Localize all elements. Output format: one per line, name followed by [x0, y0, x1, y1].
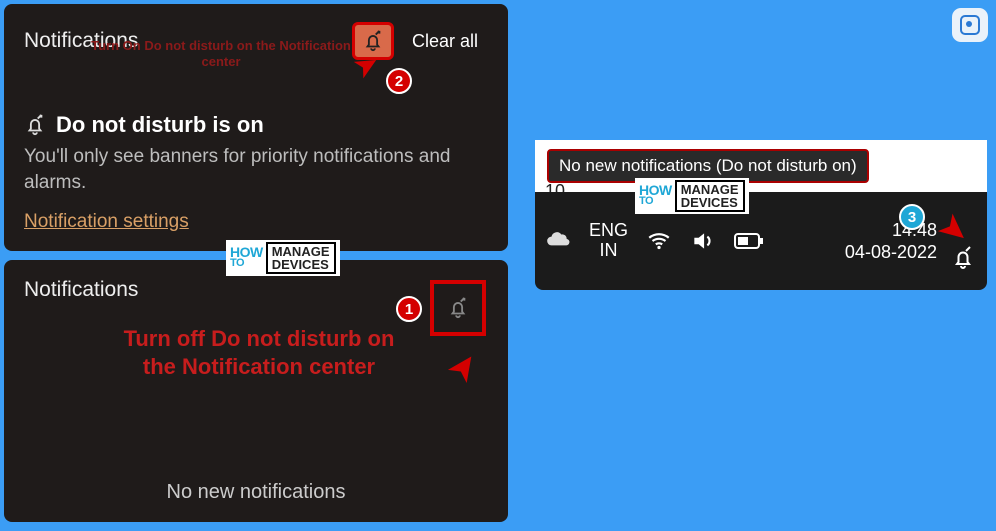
panel2-title: Notifications [24, 278, 488, 302]
watermark-logo: HOWTO MANAGEDEVICES [226, 240, 340, 276]
dnd-toggle-off-button[interactable] [430, 280, 486, 336]
volume-icon[interactable] [690, 228, 716, 254]
taskbar: ENGIN 14:4804-08-2022 3 ➤ [535, 192, 987, 290]
wifi-icon[interactable] [646, 228, 672, 254]
bell-dnd-icon [447, 297, 469, 319]
clear-all-button[interactable]: Clear all [402, 25, 488, 58]
logo-manage-devices: MANAGEDEVICES [266, 242, 336, 274]
clock[interactable]: 14:4804-08-2022 [845, 219, 937, 264]
dnd-status-row: Do not disturb is on [24, 112, 488, 138]
arrow-icon: ➤ [437, 343, 489, 392]
battery-icon[interactable] [734, 231, 764, 251]
logo-how: HOWTO [639, 185, 672, 206]
onedrive-icon[interactable] [545, 228, 571, 254]
snipping-tool-button[interactable] [952, 8, 988, 42]
snip-icon [960, 15, 980, 35]
no-new-notifications-text: No new notifications [4, 481, 508, 504]
annotation-turn-on: Turn On Do not disturb on the Notificati… [86, 38, 356, 71]
language-indicator[interactable]: ENGIN [589, 221, 628, 261]
notification-panel-dnd-on: Notifications Clear all Turn On Do not d… [4, 4, 508, 251]
watermark-logo: HOWTO MANAGEDEVICES [635, 178, 749, 214]
taskbar-panel: No new notifications (Do not disturb on)… [535, 140, 987, 290]
notification-panel-dnd-off: Notifications 1 Turn off Do not disturb … [4, 260, 508, 522]
annotation-turn-off: Turn off Do not disturb on the Notificat… [109, 325, 409, 380]
dnd-description: You'll only see banners for priority not… [24, 144, 488, 195]
logo-manage-devices: MANAGEDEVICES [675, 180, 745, 212]
dnd-heading: Do not disturb is on [56, 112, 264, 138]
step-badge-2: 2 [386, 68, 412, 94]
logo-how: HOWTO [230, 247, 263, 268]
step-badge-1: 1 [396, 296, 422, 322]
tooltip-row: No new notifications (Do not disturb on)… [535, 140, 987, 192]
bell-dnd-icon [24, 114, 46, 136]
notification-settings-link[interactable]: Notification settings [24, 211, 189, 233]
step-badge-3: 3 [899, 204, 925, 230]
